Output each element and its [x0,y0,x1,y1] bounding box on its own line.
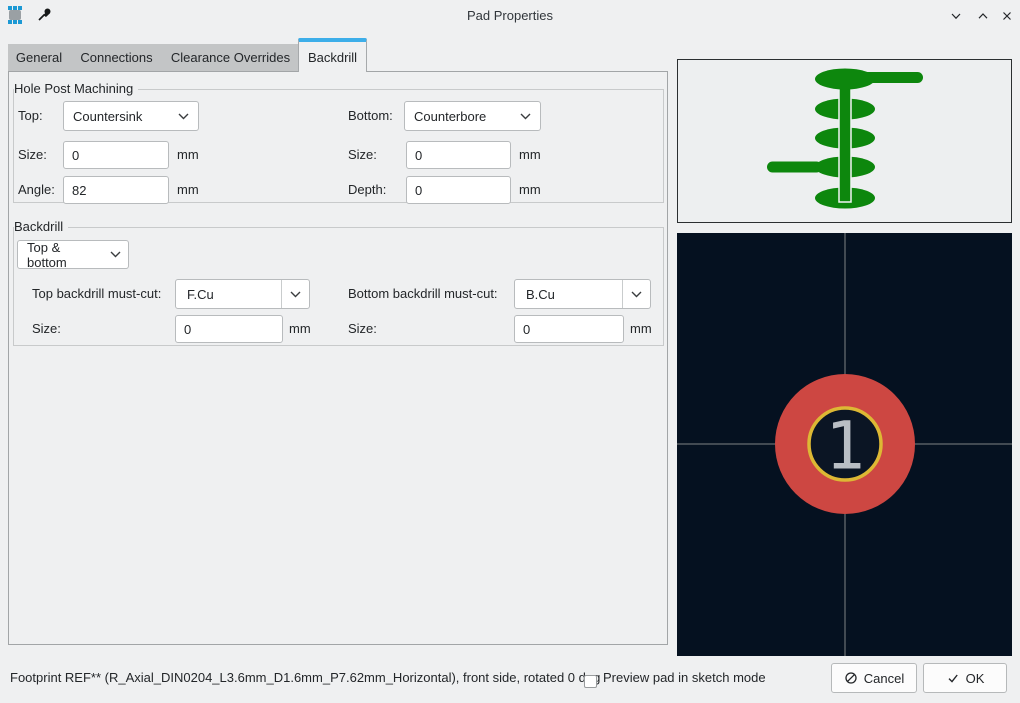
backdrill-group: Backdrill Top & bottom Top backdrill mus… [13,227,664,346]
ok-button[interactable]: OK [923,663,1007,693]
bottom-must-cut-label: Bottom backdrill must-cut: [348,286,498,302]
chevron-down-icon [511,113,540,120]
chevron-down-icon[interactable] [622,280,650,308]
pad-stack-diagram [678,60,1011,222]
bottom-size-label: Size: [348,147,377,163]
angle-unit: mm [177,182,199,198]
bottom-machining-value: Counterbore [414,109,511,124]
pad-canvas: 1 [677,233,1012,656]
tab-bar: General Connections Clearance Overrides [8,44,298,71]
sketch-mode-checkbox[interactable] [584,675,597,688]
left-trace [767,162,822,173]
chevron-down-minimize-button[interactable] [947,7,965,25]
backdrill-mode-value: Top & bottom [27,240,103,270]
drill-barrel [839,79,851,202]
top-machining-value: Countersink [73,109,169,124]
check-icon [946,671,960,685]
bottom-machining-select[interactable]: Counterbore [404,101,541,131]
chevron-down-icon [169,113,198,120]
cancel-icon [844,671,858,685]
ok-label: OK [966,671,985,686]
tab-backdrill[interactable]: Backdrill [298,38,367,72]
chevron-down-icon[interactable] [281,280,309,308]
pad-properties-dialog: { "window": { "title": "Pad Properties" … [0,0,1020,703]
pad-stack-preview [677,59,1012,223]
backdrill-top-size-input[interactable] [175,315,283,343]
bottom-must-cut-value: B.Cu [526,287,622,302]
pad-canvas-preview[interactable]: 1 [677,233,1012,656]
bottom-size-input[interactable] [406,141,511,169]
tab-general[interactable]: General [8,44,70,71]
backdrill-bottom-size-unit: mm [630,321,652,337]
top-must-cut-label: Top backdrill must-cut: [32,286,161,302]
angle-label: Angle: [18,182,55,198]
sketch-mode-label[interactable]: Preview pad in sketch mode [603,670,766,685]
tab-connections[interactable]: Connections [70,44,163,71]
cancel-label: Cancel [864,671,904,686]
backdrill-bottom-size-label: Size: [348,321,377,337]
top-layer-pad [815,69,875,90]
top-size-unit: mm [177,147,199,163]
chevron-down-icon [103,251,128,258]
group-legend: Backdrill [14,219,68,234]
bottom-machining-label: Bottom: [348,108,393,124]
top-machining-label: Top: [18,108,43,124]
backdrill-mode-select[interactable]: Top & bottom [17,240,129,269]
angle-input[interactable] [63,176,169,204]
cancel-button[interactable]: Cancel [831,663,917,693]
tab-clearance-overrides[interactable]: Clearance Overrides [163,44,298,71]
chevron-up-maximize-button[interactable] [974,7,992,25]
backdrill-bottom-size-input[interactable] [514,315,624,343]
bottom-must-cut-combo[interactable]: B.Cu [514,279,651,309]
group-legend: Hole Post Machining [14,81,138,96]
top-must-cut-combo[interactable]: F.Cu [175,279,310,309]
top-machining-select[interactable]: Countersink [63,101,199,131]
top-must-cut-value: F.Cu [187,287,281,302]
window-title: Pad Properties [0,8,1020,23]
close-button[interactable] [998,7,1016,25]
footprint-status-text: Footprint REF** (R_Axial_DIN0204_L3.6mm_… [10,670,600,685]
depth-unit: mm [519,182,541,198]
hole-post-machining-group: Hole Post Machining Top: Countersink Bot… [13,89,664,203]
depth-label: Depth: [348,182,386,198]
depth-input[interactable] [406,176,511,204]
bottom-size-unit: mm [519,147,541,163]
top-size-label: Size: [18,147,47,163]
backdrill-top-size-label: Size: [32,321,61,337]
backdrill-top-size-unit: mm [289,321,311,337]
titlebar: Pad Properties [0,0,1020,30]
tab-content-panel: Hole Post Machining Top: Countersink Bot… [8,71,668,645]
top-size-input[interactable] [63,141,169,169]
pad-number: 1 [825,408,865,485]
